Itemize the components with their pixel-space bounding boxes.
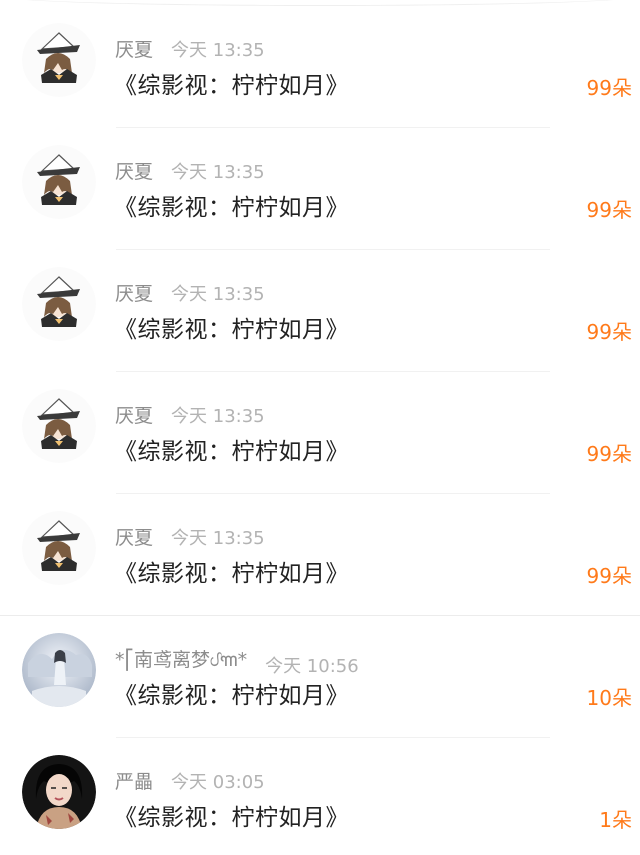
gift-time: 今天 13:35 — [171, 527, 265, 549]
book-title[interactable]: 《综影视：柠柠如月》 — [114, 188, 349, 222]
user-name[interactable]: 厌夏 — [115, 405, 153, 427]
user-avatar[interactable] — [22, 755, 96, 829]
record-meta: 厌夏 今天 13:35 — [115, 279, 265, 305]
gift-record-item[interactable]: 厌夏 今天 13:35 《综影视：柠柠如月》 99朵 — [0, 6, 640, 128]
user-avatar[interactable] — [22, 267, 96, 341]
flower-count: 1朵 — [599, 808, 632, 832]
gift-time: 今天 03:05 — [171, 771, 265, 793]
flower-count: 99朵 — [586, 442, 632, 466]
user-avatar[interactable] — [22, 145, 96, 219]
flower-count: 99朵 — [586, 564, 632, 588]
gift-time: 今天 13:35 — [171, 283, 265, 305]
flower-count: 10朵 — [586, 686, 632, 710]
book-title[interactable]: 《综影视：柠柠如月》 — [114, 310, 349, 344]
gift-record-list: 厌夏 今天 13:35 《综影视：柠柠如月》 99朵 厌夏 今天 13:35 《综影视：柠柠… — [0, 0, 640, 855]
record-meta: 厌夏 今天 13:35 — [115, 401, 265, 427]
gift-time: 今天 13:35 — [171, 161, 265, 183]
gift-record-item[interactable]: 厌夏 今天 13:35 《综影视：柠柠如月》 99朵 — [0, 128, 640, 250]
flower-count: 99朵 — [586, 320, 632, 344]
flower-count: 99朵 — [586, 198, 632, 222]
user-avatar[interactable] — [22, 633, 96, 707]
record-meta: 厌夏 今天 13:35 — [115, 523, 265, 549]
gift-time: 今天 13:35 — [171, 405, 265, 427]
book-title[interactable]: 《综影视：柠柠如月》 — [114, 66, 349, 100]
record-meta: *⎡南鸢离梦ᦔ꧑* 今天 10:56 — [115, 645, 359, 677]
user-name[interactable]: 厌夏 — [115, 283, 153, 305]
record-meta: 厌夏 今天 13:35 — [115, 157, 265, 183]
flower-count: 99朵 — [586, 76, 632, 100]
gift-record-item[interactable]: 厌夏 今天 13:35 《综影视：柠柠如月》 99朵 — [0, 372, 640, 494]
user-name[interactable]: *⎡南鸢离梦ᦔ꧑* — [115, 649, 247, 671]
gift-record-item[interactable]: *⎡南鸢离梦ᦔ꧑* 今天 10:56 《综影视：柠柠如月》 10朵 — [0, 616, 640, 738]
user-name[interactable]: 厌夏 — [115, 161, 153, 183]
book-title[interactable]: 《综影视：柠柠如月》 — [114, 554, 349, 588]
user-name[interactable]: 严畾 — [115, 771, 153, 793]
gift-time: 今天 13:35 — [171, 39, 265, 61]
user-name[interactable]: 厌夏 — [115, 527, 153, 549]
user-avatar[interactable] — [22, 389, 96, 463]
gift-time: 今天 10:56 — [265, 655, 359, 677]
user-name[interactable]: 厌夏 — [115, 39, 153, 61]
book-title[interactable]: 《综影视：柠柠如月》 — [114, 676, 349, 710]
user-avatar[interactable] — [22, 511, 96, 585]
gift-record-item[interactable]: 严畾 今天 03:05 《综影视：柠柠如月》 1朵 — [0, 738, 640, 855]
book-title[interactable]: 《综影视：柠柠如月》 — [114, 798, 349, 832]
gift-record-item[interactable]: 厌夏 今天 13:35 《综影视：柠柠如月》 99朵 — [0, 494, 640, 616]
record-meta: 厌夏 今天 13:35 — [115, 35, 265, 61]
book-title[interactable]: 《综影视：柠柠如月》 — [114, 432, 349, 466]
record-meta: 严畾 今天 03:05 — [115, 767, 265, 793]
gift-record-item[interactable]: 厌夏 今天 13:35 《综影视：柠柠如月》 99朵 — [0, 250, 640, 372]
user-avatar[interactable] — [22, 23, 96, 97]
